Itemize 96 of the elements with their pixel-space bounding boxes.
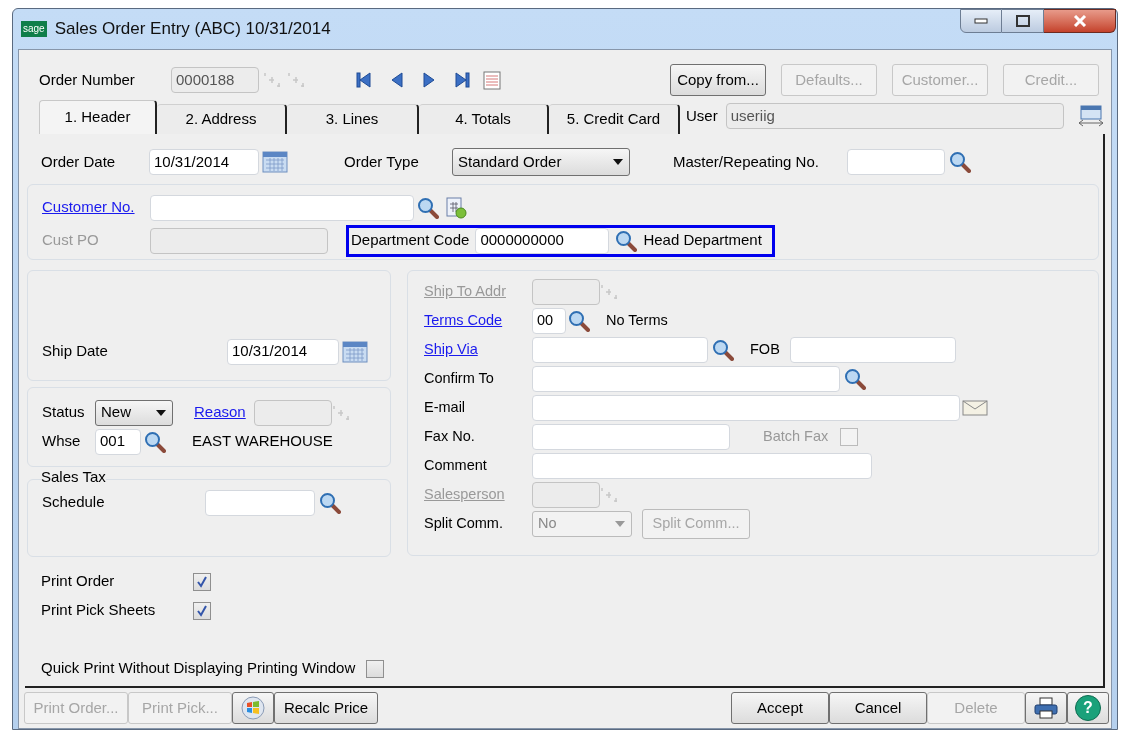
caret-icon [155,408,167,417]
field-label: FOB [750,339,781,359]
field-link[interactable]: Ship Via [424,338,532,361]
warehouse-description: EAST WAREHOUSE [192,431,333,452]
tab[interactable]: 4. Totals [419,104,549,134]
group-title: Sales Tax [41,469,106,484]
field-label: Order Type [344,151,420,172]
button[interactable]: Copy from... [670,64,766,96]
field-label: Batch Fax [763,426,829,446]
window-title: Sales Order Entry (ABC) 10/31/2014 [54,18,331,41]
field-label: E-mail [424,397,467,417]
button[interactable]: Accept [731,692,829,724]
minimize-icon [974,18,988,24]
field-label: Split Comm. [424,513,504,533]
field-label: Department Code [351,230,470,251]
checkbox[interactable] [193,572,211,591]
field-label: Schedule [42,492,106,513]
maximize-button[interactable] [1002,9,1044,33]
text-field[interactable] [847,149,945,175]
text-field[interactable] [532,365,840,392]
tab[interactable]: 5. Credit Card [549,104,680,134]
printer-icon [1033,696,1059,720]
field-label: Status [42,402,86,423]
dotted-corner-icon [600,485,618,504]
field-label: Comment [424,455,488,475]
close-button[interactable] [1044,9,1116,33]
caret-icon [614,519,626,528]
envelope-icon[interactable] [962,398,988,417]
calendar-icon[interactable] [342,339,368,364]
text-field[interactable]: 0000000000 [475,227,610,254]
text-field[interactable] [790,336,956,363]
field-link[interactable]: Reason [194,403,246,421]
tab[interactable]: 3. Lines [287,104,419,134]
field-label: Cust PO [42,230,100,251]
search-icon[interactable] [568,309,590,332]
minimize-button[interactable] [960,9,1002,33]
field-label: Master/Repeating No. [673,151,820,172]
search-icon[interactable] [844,367,866,390]
app-logo: sage [21,21,47,37]
document-icon[interactable] [445,196,467,219]
checkbox-label: Print Pick Sheets [41,600,157,621]
maximize-icon [1015,15,1030,27]
caret-icon [612,158,624,166]
close-icon [1072,15,1087,27]
icon-button[interactable] [232,692,274,724]
dotted-corner-icon [263,71,281,89]
text-field[interactable]: 001 [95,428,141,455]
search-icon[interactable] [417,196,439,219]
text-field[interactable] [150,227,328,254]
text-field[interactable] [253,399,332,426]
search-icon[interactable] [144,430,166,453]
search-icon[interactable] [949,151,971,173]
button[interactable]: Cancel [829,692,927,724]
notepad-icon[interactable] [483,70,501,90]
department-description: Head Department [643,230,762,251]
text-field[interactable] [532,423,730,450]
checkbox[interactable] [366,659,385,678]
text-field[interactable]: 00 [532,307,566,334]
button[interactable]: Recalc Price [274,692,378,724]
checkbox-label: Quick Print Without Displaying Printing Window [41,658,356,679]
field-link[interactable]: Terms Code [424,309,532,332]
field-label: Confirm To [424,368,495,388]
field-label: Order Number [39,69,136,90]
field-label: Ship Date [42,341,109,362]
order-type-dropdown[interactable]: Standard Order [452,148,630,176]
field-label: Fax No. [424,426,476,446]
text-field[interactable] [532,278,600,305]
text-field[interactable] [532,481,600,508]
field-label: User [686,105,718,126]
windows-logo-icon [241,696,265,720]
text-field[interactable] [532,452,872,479]
field-label: Order Date [41,151,117,172]
checkbox[interactable] [193,601,211,620]
status-dropdown[interactable]: New [95,399,173,426]
text-field[interactable]: 10/31/2014 [227,338,339,365]
dotted-corner-icon [331,403,350,422]
dotted-corner-icon [600,282,618,301]
search-icon[interactable] [319,491,341,514]
text-field[interactable] [205,489,315,516]
search-icon[interactable] [615,229,638,252]
terms-description: No Terms [606,310,668,330]
text-field[interactable] [150,194,414,221]
field-label: Whse [42,431,82,452]
resize-window-icon[interactable] [1077,104,1104,128]
checkbox-label: Print Order [41,571,116,592]
text-field[interactable]: 10/31/2014 [149,149,259,175]
text-field[interactable] [532,394,960,421]
dotted-corner-icon [287,71,305,89]
print-button[interactable] [1025,692,1067,724]
calendar-icon[interactable] [262,150,288,174]
search-icon[interactable] [712,338,734,361]
text-field[interactable] [532,336,708,363]
field-link[interactable]: Customer No. [42,196,150,219]
user-field[interactable]: useriig [725,103,1064,129]
tab[interactable]: 2. Address [157,104,287,134]
tab[interactable]: 1. Header [39,100,157,134]
